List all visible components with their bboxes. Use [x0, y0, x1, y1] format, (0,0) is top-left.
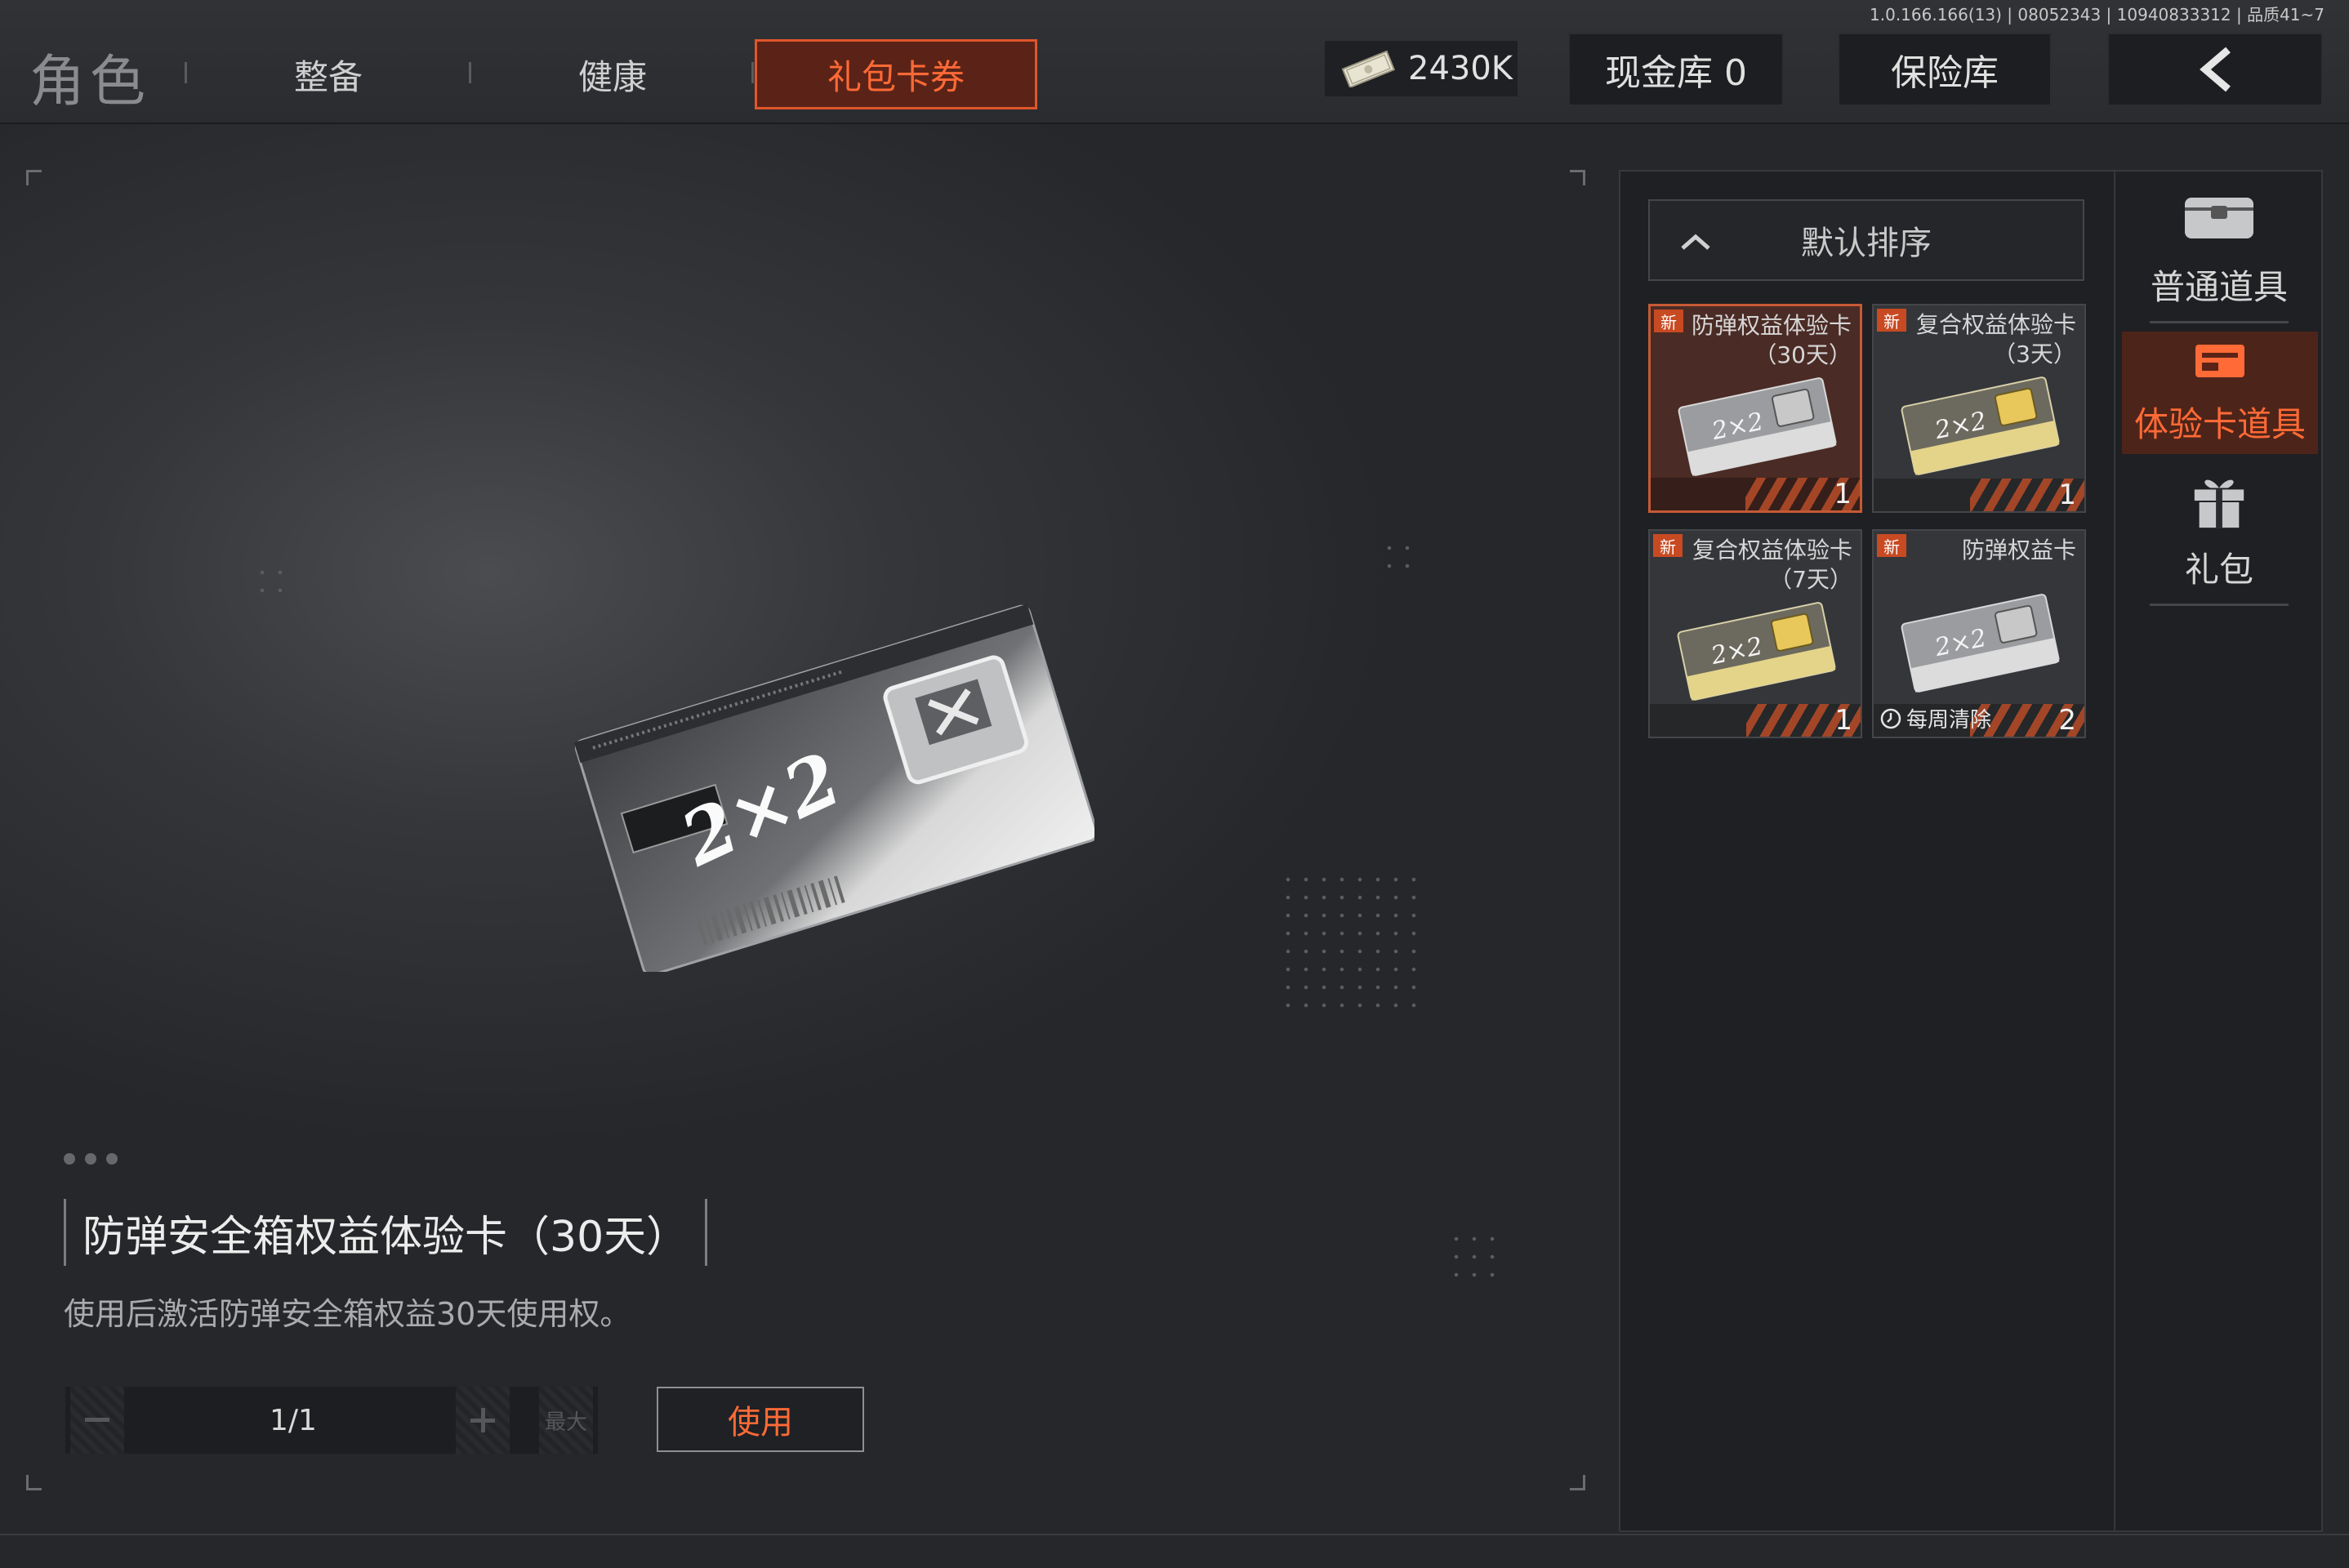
category-normal-items[interactable]: 普通道具 — [2124, 191, 2315, 325]
nav-divider — [185, 62, 187, 83]
category-trial-cards[interactable]: 体验卡道具 — [2122, 332, 2318, 454]
cash-display: 2430K — [1325, 41, 1518, 96]
category-label: 体验卡道具 — [2133, 404, 2306, 444]
item-name: 复合权益体验卡 （7天） — [1692, 537, 1852, 593]
use-button[interactable]: 使用 — [657, 1387, 864, 1452]
pagination-dots — [64, 1153, 118, 1165]
tab-equipment[interactable]: 整备 — [245, 39, 412, 109]
quantity-value: 1/1 — [270, 1403, 317, 1437]
panel-divider — [2114, 172, 2115, 1530]
gold-card-thumbnail: 2×2 — [1901, 376, 2060, 475]
new-badge: 新 — [1653, 534, 1683, 557]
item-count: 2 — [2058, 704, 2076, 737]
card-box-icon — [2195, 345, 2244, 377]
chest-icon — [2185, 198, 2253, 238]
version-info: 1.0.166.166(13) | 08052343 | 10940833312… — [1870, 5, 2324, 24]
sort-dropdown[interactable]: 默认排序 — [1648, 199, 2084, 281]
item-description: 使用后激活防弹安全箱权益30天使用权。 — [64, 1296, 631, 1332]
gift-icon — [2194, 479, 2244, 528]
tab-health[interactable]: 健康 — [529, 39, 696, 109]
experience-card-image: 2×2 — [573, 604, 1094, 972]
item-card[interactable]: 新 防弹权益卡 2×2 每周清除 2 — [1872, 529, 2086, 738]
cash-icon — [1341, 50, 1395, 87]
clock-icon — [1880, 708, 1901, 728]
category-label: 普通道具 — [2150, 267, 2288, 307]
decrease-button[interactable] — [70, 1387, 124, 1454]
nav-divider — [469, 62, 471, 83]
new-badge: 新 — [1877, 534, 1906, 557]
bottom-border — [0, 1534, 2349, 1535]
item-card[interactable]: 新 复合权益体验卡 （7天） 2×2 1 — [1648, 529, 1862, 738]
decor-dots — [1279, 871, 1423, 1008]
max-button[interactable]: 最大 — [539, 1387, 593, 1454]
nav-divider — [751, 62, 754, 83]
item-count: 1 — [1834, 704, 1852, 737]
item-title: 防弹安全箱权益体验卡（30天） — [82, 1212, 689, 1262]
back-arrow-icon — [2200, 47, 2231, 92]
frame-corner — [26, 170, 42, 185]
minus-icon — [85, 1418, 109, 1422]
cash-amount: 2430K — [1408, 50, 1513, 87]
frame-corner — [1570, 170, 1585, 185]
plus-icon — [470, 1408, 495, 1432]
cash-vault-button[interactable]: 现金库 0 — [1568, 33, 1784, 106]
new-badge: 新 — [1877, 309, 1906, 332]
item-count: 1 — [1834, 478, 1852, 510]
new-badge: 新 — [1654, 310, 1683, 332]
gold-card-thumbnail: 2×2 — [1677, 602, 1836, 701]
tab-gift-vouchers[interactable]: 礼包卡券 — [755, 39, 1037, 109]
back-button[interactable] — [2107, 33, 2323, 106]
decor-dots — [253, 564, 291, 601]
category-label: 礼包 — [2184, 550, 2253, 590]
item-name: 复合权益体验卡 （3天） — [1915, 311, 2076, 368]
safe-box-button[interactable]: 保险库 — [1838, 33, 2052, 106]
category-gift-packs[interactable]: 礼包 — [2124, 472, 2315, 606]
increase-button[interactable] — [456, 1387, 510, 1454]
decor-dots — [1447, 1230, 1501, 1287]
weekly-clear-label: 每周清除 — [1880, 703, 1991, 733]
decor-dots — [1380, 539, 1418, 577]
item-card[interactable]: 新 复合权益体验卡 （3天） 2×2 1 — [1872, 304, 2086, 513]
silver-card-thumbnail: 2×2 — [1901, 594, 2060, 693]
item-count: 1 — [2058, 479, 2076, 511]
item-name: 防弹权益体验卡 （30天） — [1691, 312, 1852, 368]
item-card[interactable]: 新 防弹权益体验卡 （30天） 2×2 1 — [1648, 304, 1862, 513]
quantity-stepper: 1/1 最大 — [65, 1387, 598, 1454]
page-title: 角色 — [29, 50, 151, 114]
frame-corner — [1570, 1475, 1585, 1490]
item-title-frame: 防弹安全箱权益体验卡（30天） — [64, 1199, 708, 1266]
frame-corner — [26, 1475, 42, 1490]
silver-card-thumbnail: 2×2 — [1678, 377, 1837, 476]
item-name: 防弹权益卡 — [1961, 537, 2076, 564]
sort-label: 默认排序 — [1801, 225, 1932, 262]
